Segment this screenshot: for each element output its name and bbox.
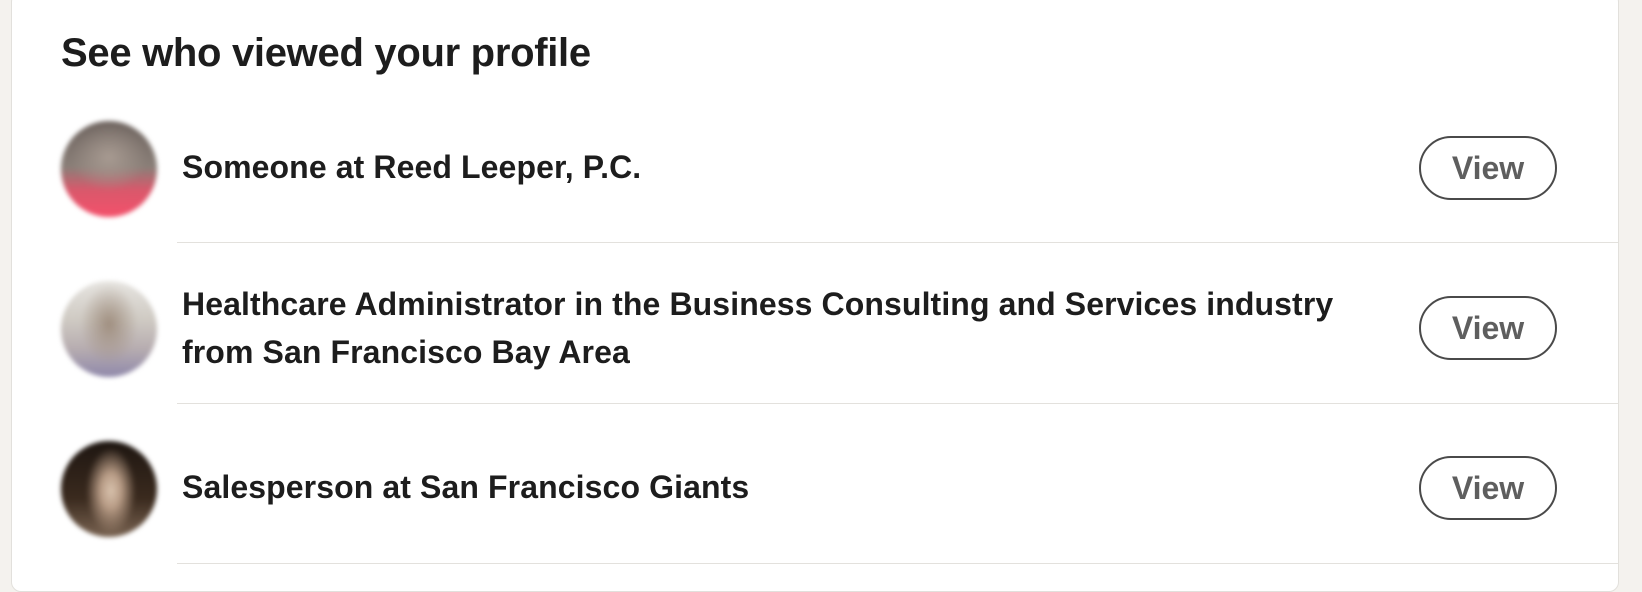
profile-viewers-card: See who viewed your profile Someone at R… (11, 0, 1619, 592)
viewer-description[interactable]: Salesperson at San Francisco Giants (182, 463, 1412, 511)
viewer-description[interactable]: Someone at Reed Leeper, P.C. (182, 143, 1412, 191)
row-divider (177, 242, 1618, 243)
row-divider (177, 563, 1618, 564)
view-button[interactable]: View (1419, 296, 1557, 360)
avatar[interactable] (61, 281, 157, 377)
avatar[interactable] (61, 121, 157, 217)
card-title: See who viewed your profile (61, 31, 591, 75)
view-button[interactable]: View (1419, 456, 1557, 520)
row-divider (177, 403, 1618, 404)
view-button[interactable]: View (1419, 136, 1557, 200)
avatar[interactable] (61, 441, 157, 537)
viewer-description[interactable]: Healthcare Administrator in the Business… (182, 280, 1412, 376)
